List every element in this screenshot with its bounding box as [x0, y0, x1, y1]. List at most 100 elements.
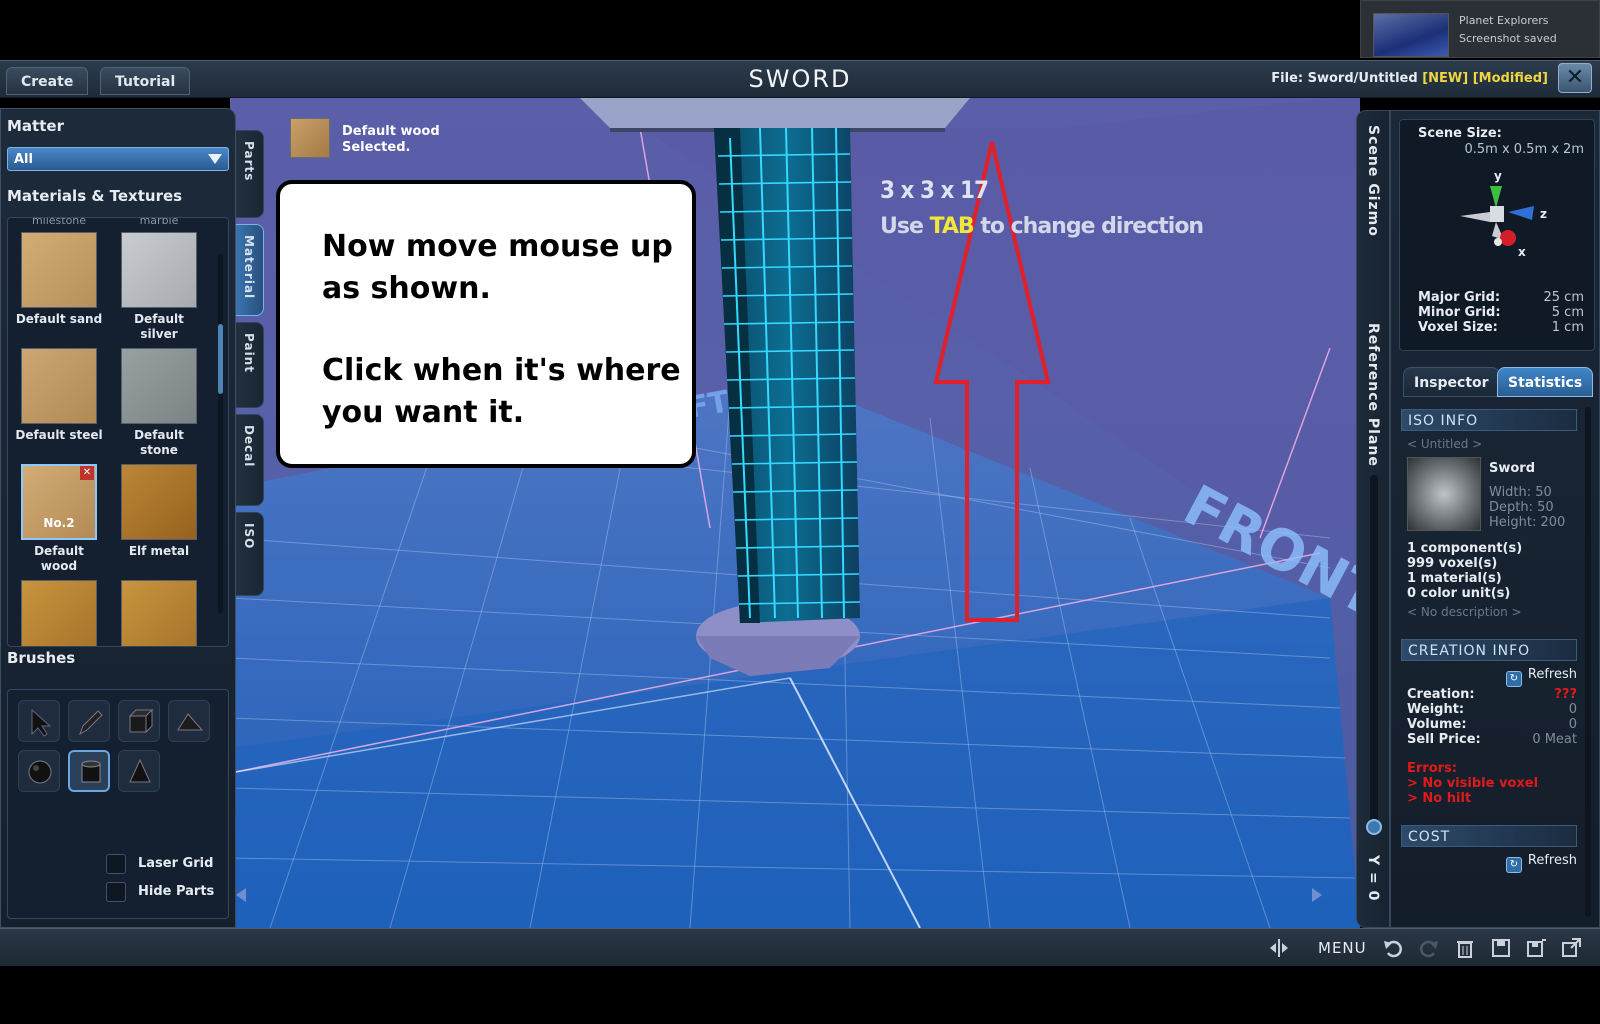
select-brush[interactable] [18, 700, 60, 742]
file-info: File: Sword/Untitled [NEW] [Modified] [1271, 71, 1548, 86]
refresh-label: Refresh [1527, 667, 1577, 682]
scene-gizmo: Scene Size: 0.5m x 0.5m x 2m y z x Major… [1399, 119, 1595, 351]
tab-inspector[interactable]: Inspector [1403, 367, 1500, 397]
tab-statistics[interactable]: Statistics [1497, 367, 1594, 397]
brushes-panel: Laser Grid Hide Parts [7, 689, 229, 919]
cost-refresh-button[interactable]: ↻ Refresh [1505, 853, 1577, 873]
iso-width: Width: 50 [1489, 485, 1552, 500]
iso-height: Height: 200 [1489, 515, 1566, 530]
mirror-icon[interactable] [1268, 937, 1290, 959]
matter-value: All [14, 152, 33, 167]
material-swatch [21, 580, 97, 646]
material-default-sand[interactable]: Default sand [14, 232, 104, 327]
tab-iso[interactable]: ISO [236, 512, 264, 596]
major-grid-label: Major Grid: [1418, 290, 1501, 305]
material-swatch [121, 232, 197, 308]
volume-label: Volume: [1407, 717, 1467, 732]
selected-material-swatch [290, 118, 330, 158]
material-swatch [121, 464, 197, 540]
new-tag: [NEW] [1422, 71, 1469, 86]
matter-dropdown[interactable]: All [7, 147, 229, 171]
voxel-size-value: 1 cm [1551, 320, 1584, 335]
material-default-silver[interactable]: Default silver [114, 232, 204, 342]
material-label: Default stone [134, 428, 184, 457]
menu-button[interactable]: MENU [1318, 939, 1367, 957]
right-strip: Scene Gizmo Reference Plane Y = 0 [1356, 110, 1390, 928]
close-button[interactable]: ✕ [1558, 63, 1592, 93]
axis-gizmo[interactable]: y z x [1450, 164, 1550, 260]
iso-name: Sword [1489, 461, 1536, 476]
material-swatch [121, 580, 197, 646]
material-slot-badge: No.2 [43, 516, 75, 530]
bottom-bar: MENU [0, 928, 1600, 966]
slope-brush[interactable] [168, 700, 210, 742]
brushes-heading: Brushes [7, 649, 76, 667]
iso-no-description: < No description > [1407, 605, 1522, 619]
cylinder-brush[interactable] [68, 750, 110, 792]
minor-grid-label: Minor Grid: [1418, 305, 1501, 320]
material-label: Elf metal [128, 544, 190, 558]
laser-grid-label: Laser Grid [138, 856, 214, 871]
redo-icon[interactable] [1418, 937, 1440, 959]
scene-gizmo-label[interactable]: Scene Gizmo [1365, 125, 1381, 237]
axis-z-label: z [1540, 207, 1547, 221]
callout-line-1: Now move mouse up as shown. [322, 229, 673, 306]
tab-decal-label: Decal [242, 425, 256, 468]
axis-x-label: x [1518, 245, 1526, 259]
hint-post: to change direction [980, 214, 1204, 239]
cube-icon [128, 708, 154, 734]
error-no-visible-voxel: > No visible voxel [1407, 776, 1539, 791]
notification-app: Planet Explorers [1459, 14, 1549, 27]
pointer-icon [31, 708, 52, 737]
cone-brush[interactable] [118, 750, 160, 792]
tab-decal[interactable]: Decal [236, 414, 264, 506]
remove-icon[interactable]: ✕ [80, 466, 94, 480]
tab-paint-label: Paint [242, 333, 256, 373]
tab-parts[interactable]: Parts [236, 130, 264, 218]
laser-grid-checkbox[interactable] [106, 854, 126, 874]
wedge-icon [177, 713, 204, 731]
creation-refresh-button[interactable]: ↻ Refresh [1505, 667, 1577, 687]
reference-plane-slider[interactable] [1370, 475, 1378, 835]
iso-untitled: < Untitled > [1407, 437, 1483, 451]
top-bar: Create Tutorial SWORD File: Sword/Untitl… [0, 60, 1600, 98]
tab-paint[interactable]: Paint [236, 322, 264, 408]
box-brush[interactable] [118, 700, 160, 742]
save-icon[interactable] [1490, 937, 1512, 959]
chevron-down-icon [208, 154, 222, 164]
stats-scrollbar[interactable] [1585, 407, 1591, 917]
sphere-brush[interactable] [18, 750, 60, 792]
axis-y-label: y [1494, 169, 1502, 183]
material-default-steel[interactable]: Default steel [14, 348, 104, 443]
file-name: Sword/Untitled [1307, 71, 1418, 86]
tab-material-label: Material [242, 235, 256, 300]
materials-scrollbar[interactable] [218, 254, 223, 614]
app-root: { "notification": { "app": "Planet Explo… [0, 0, 1600, 1024]
tab-material[interactable]: Material [236, 224, 264, 316]
export-icon[interactable] [1560, 937, 1582, 959]
material-elf-metal[interactable]: Elf metal [114, 464, 204, 559]
weight-label: Weight: [1407, 702, 1465, 717]
voxel-size-label: Voxel Size: [1418, 320, 1498, 335]
trash-icon[interactable] [1454, 937, 1476, 959]
material-default-stone[interactable]: Default stone [114, 348, 204, 458]
material-default-wood[interactable]: ✕ No.2 Default wood [14, 464, 104, 574]
material-tile[interactable] [114, 580, 204, 646]
reference-plane-knob[interactable] [1366, 819, 1382, 835]
save-as-icon[interactable] [1525, 937, 1547, 959]
tab-parts-label: Parts [242, 141, 256, 182]
hide-parts-checkbox[interactable] [106, 882, 126, 902]
callout-line-2: Click when it's where you want it. [322, 353, 681, 430]
file-label: File: [1271, 71, 1304, 86]
material-swatch [121, 348, 197, 424]
material-tile[interactable] [14, 580, 104, 646]
sphere-icon [28, 760, 52, 784]
scrollbar-thumb[interactable] [218, 324, 223, 394]
direction-hint: Use TAB to change direction [880, 214, 1204, 239]
pencil-brush[interactable] [68, 700, 110, 742]
undo-icon[interactable] [1382, 937, 1404, 959]
hint-key: TAB [929, 214, 975, 239]
material-label: Default wood [34, 544, 84, 573]
tutorial-callout: Now move mouse up as shown. Click when i… [276, 180, 696, 468]
volume-value: 0 [1568, 717, 1577, 732]
